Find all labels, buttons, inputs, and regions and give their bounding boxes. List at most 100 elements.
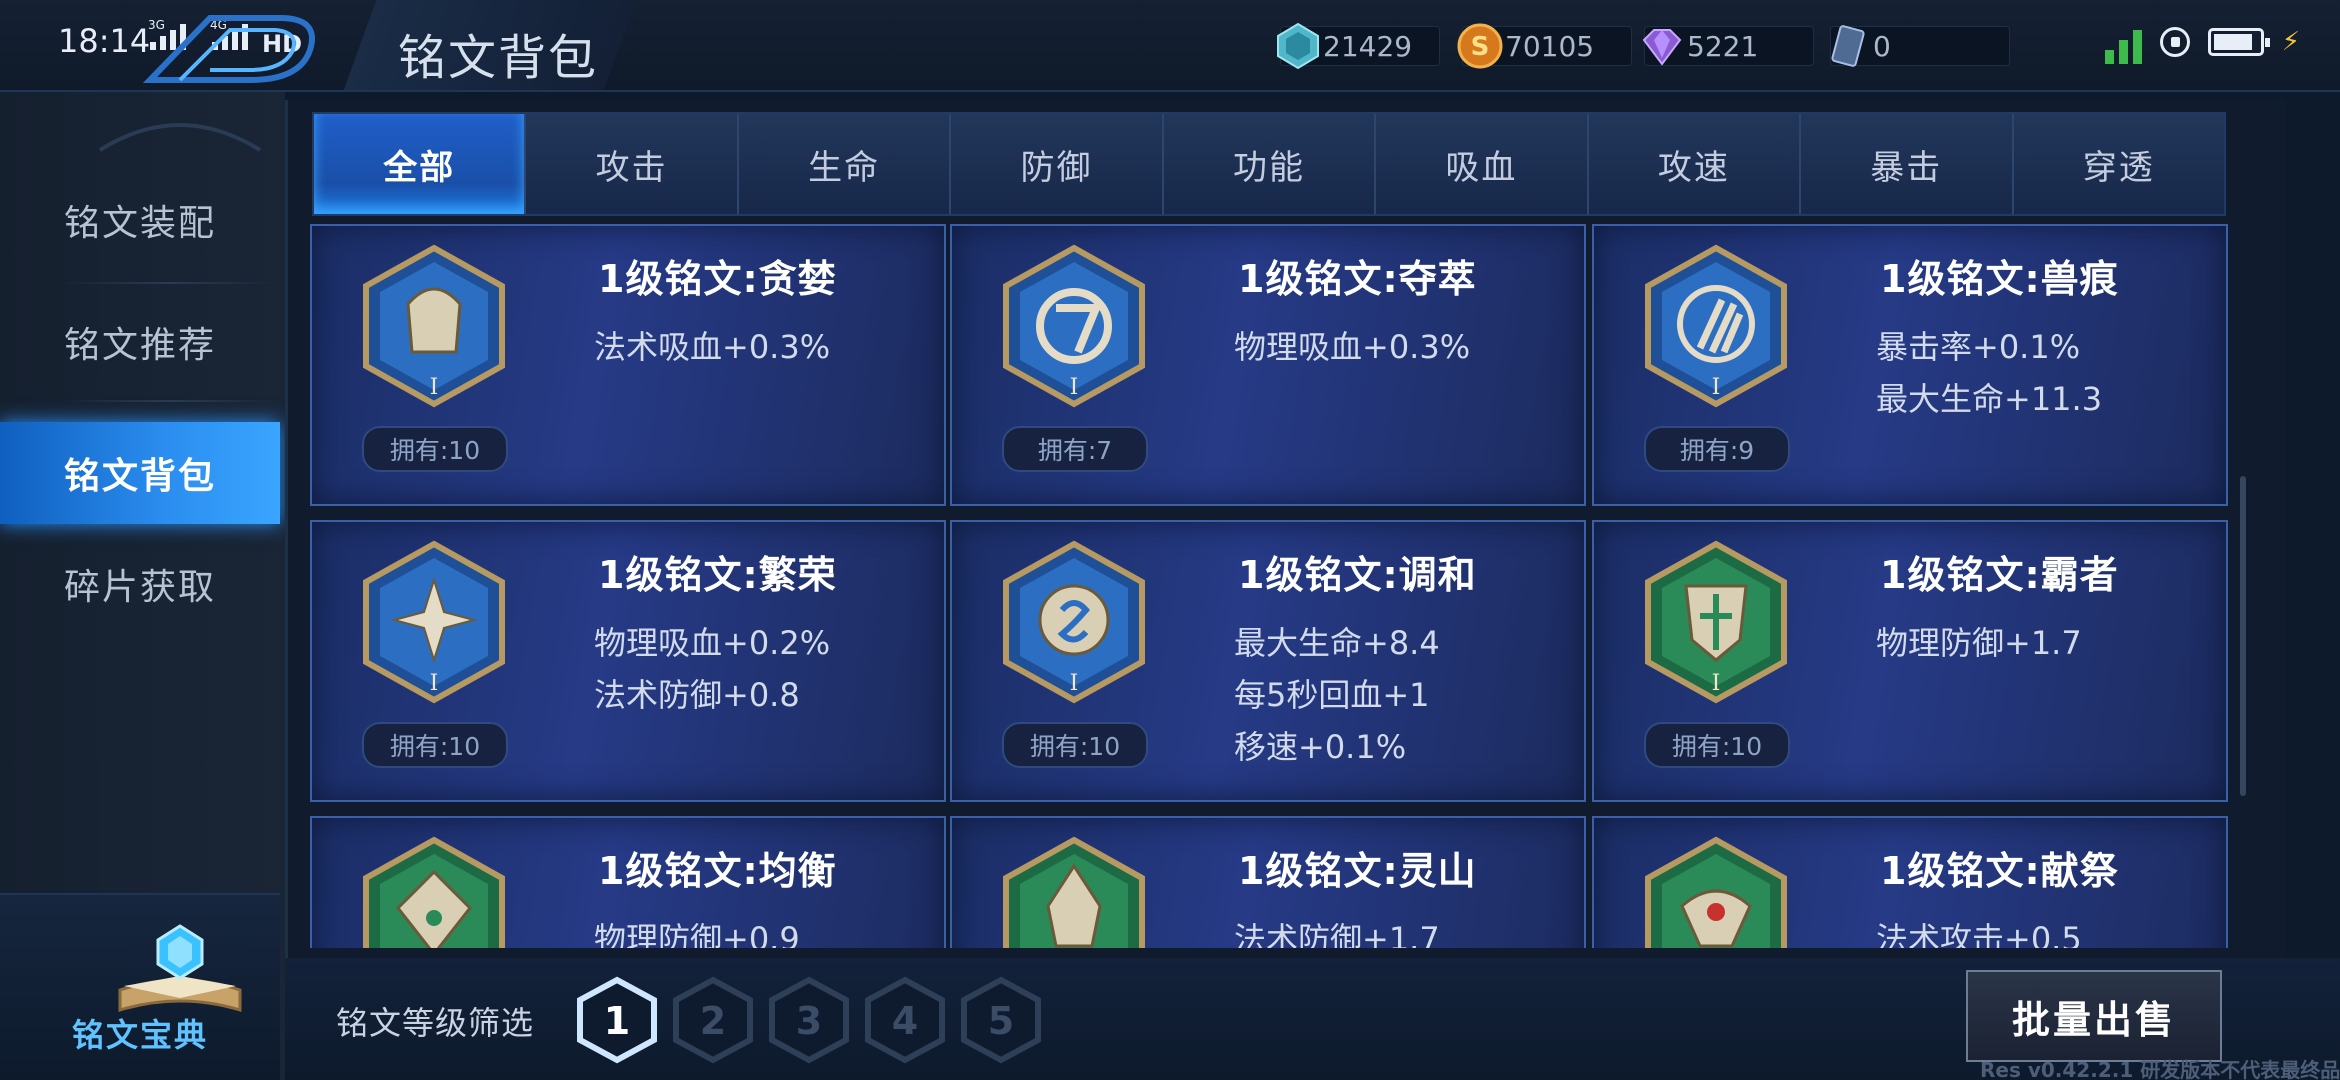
sidebar-item-fragments[interactable]: 碎片获取 (0, 544, 280, 624)
resource-card[interactable]: 0 (1830, 22, 2010, 70)
level-filter-2[interactable]: 2 (670, 976, 756, 1064)
bulk-sell-button[interactable]: 批量出售 (1966, 970, 2222, 1062)
svg-text:4: 4 (892, 999, 918, 1043)
category-tabs: 全部 攻击 生命 防御 功能 吸血 攻速 暴击 穿透 (312, 112, 2226, 216)
plunder-rune-icon: I (1003, 244, 1145, 408)
sacrifice-rune-icon (1645, 836, 1787, 948)
svg-text:2: 2 (700, 999, 726, 1043)
system-status: ⚡ (2104, 20, 2300, 64)
sidebar-item-equip[interactable]: 铭文装配 (0, 180, 280, 260)
sidebar-divider (60, 400, 280, 402)
game-logo-icon (142, 15, 315, 83)
tab-penetration[interactable]: 穿透 (2014, 114, 2224, 214)
tab-utility[interactable]: 功能 (1164, 114, 1377, 214)
inscription-name: 1级铭文:霸者 (1880, 553, 2119, 597)
inscription-stat: 移速+0.1% (1234, 728, 1407, 766)
tab-critical[interactable]: 暴击 (1801, 114, 2014, 214)
top-bar: 18:14 3G 4G HD 铭文背包 21429 S 70105 5221 0… (0, 0, 2340, 92)
owned-count: 拥有:7 (1002, 426, 1148, 472)
owned-count: 拥有:10 (1002, 722, 1148, 768)
inscription-name: 1级铭文:贪婪 (598, 257, 837, 301)
owned-count: 拥有:10 (362, 426, 508, 472)
sidebar-item-recommend[interactable]: 铭文推荐 (0, 302, 280, 382)
sidebar-item-backpack[interactable]: 铭文背包 (0, 422, 280, 524)
inscription-stat: 物理防御+1.7 (1876, 624, 2082, 662)
wifi-signal-icon (2104, 20, 2142, 64)
charging-icon: ⚡ (2281, 27, 2300, 57)
inscription-name: 1级铭文:均衡 (598, 849, 837, 893)
inscription-grid: I 拥有:10 1级铭文:贪婪 法术吸血+0.3% I 拥有:7 1级铭文:夺萃… (310, 224, 2230, 948)
grid-scrollbar[interactable] (2240, 476, 2246, 796)
svg-text:I: I (430, 375, 439, 400)
level-filter-4[interactable]: 4 (862, 976, 948, 1064)
inscription-stat: 最大生命+11.3 (1876, 380, 2103, 418)
svg-text:I: I (1070, 671, 1079, 696)
inscription-card[interactable]: I 拥有:10 1级铭文:霸者 物理防御+1.7 (1592, 520, 2228, 802)
tab-health[interactable]: 生命 (739, 114, 952, 214)
inscription-card[interactable]: I 拥有:9 1级铭文:兽痕 暴击率+0.1% 最大生命+11.3 (1592, 224, 2228, 506)
owned-count: 拥有:10 (362, 722, 508, 768)
tab-attack-speed[interactable]: 攻速 (1589, 114, 1802, 214)
codex-label: 铭文宝典 (71, 1016, 208, 1054)
resource-gold[interactable]: S 70105 (1457, 22, 1632, 70)
harmony-rune-icon: I (1003, 540, 1145, 704)
svg-text:I: I (1070, 375, 1079, 400)
inscription-name: 1级铭文:兽痕 (1880, 257, 2119, 301)
overlord-rune-icon: I (1645, 540, 1787, 704)
owned-count: 拥有:10 (1644, 722, 1790, 768)
book-icon (118, 924, 242, 1013)
owned-count: 拥有:9 (1644, 426, 1790, 472)
spirit-mountain-rune-icon (1003, 836, 1145, 948)
inscription-card[interactable]: I 拥有:10 1级铭文:贪婪 法术吸血+0.3% (310, 224, 946, 506)
inscription-stat: 物理吸血+0.2% (594, 624, 831, 662)
level-filter-3[interactable]: 3 (766, 976, 852, 1064)
svg-text:I: I (1712, 671, 1721, 696)
purple-gem-icon (1642, 29, 1682, 66)
prosperity-rune-icon: I (363, 540, 505, 704)
inscription-name: 1级铭文:献祭 (1880, 849, 2119, 893)
resource-diamond[interactable]: 21429 (1277, 22, 1440, 70)
inscription-stat: 每5秒回血+1 (1234, 676, 1430, 714)
inscription-name: 1级铭文:灵山 (1238, 849, 1477, 893)
balance-rune-icon (363, 836, 505, 948)
battery-icon (2207, 28, 2270, 56)
card-icon (1831, 25, 1865, 67)
greed-rune-icon: I (363, 244, 505, 408)
inscription-name: 1级铭文:繁荣 (598, 553, 837, 597)
svg-text:5: 5 (988, 999, 1014, 1043)
inscription-card[interactable]: I 拥有:10 1级铭文:调和 最大生命+8.4 每5秒回血+1 移速+0.1% (950, 520, 1586, 802)
inscription-stat: 法术吸血+0.3% (594, 328, 831, 366)
level-filter-label: 铭文等级筛选 (336, 1004, 535, 1042)
tab-defense[interactable]: 防御 (951, 114, 1164, 214)
tab-all[interactable]: 全部 (314, 114, 527, 214)
inscription-name: 1级铭文:夺萃 (1238, 257, 1477, 301)
tab-attack[interactable]: 攻击 (526, 114, 739, 214)
inscription-stat: 法术防御+1.7 (1234, 920, 1440, 948)
svg-text:S: S (1471, 32, 1490, 62)
tab-lifesteal[interactable]: 吸血 (1376, 114, 1589, 214)
page-title: 铭文背包 (398, 30, 599, 86)
inscription-name: 1级铭文:调和 (1238, 553, 1477, 597)
resource-gem[interactable]: 5221 (1642, 22, 1814, 70)
inscription-card[interactable]: 1级铭文:献祭 法术攻击+0.5 (1592, 816, 2228, 948)
beast-mark-rune-icon: I (1645, 244, 1787, 408)
sidebar-ornament-icon (98, 123, 262, 152)
svg-text:3: 3 (796, 999, 822, 1043)
inscription-stat: 物理吸血+0.3% (1234, 328, 1471, 366)
inscription-stat: 暴击率+0.1% (1876, 328, 2081, 366)
gold-coin-icon: S (1457, 23, 1503, 69)
inscription-card[interactable]: I 拥有:10 1级铭文:繁荣 物理吸血+0.2% 法术防御+0.8 (310, 520, 946, 802)
level-filter-5[interactable]: 5 (958, 976, 1044, 1064)
version-text: Res v0.42.2.1 研发版本不代表最终品质 (1980, 1058, 2340, 1080)
inscription-card[interactable]: 1级铭文:灵山 法术防御+1.7 (950, 816, 1586, 948)
status-time: 18:14 (58, 22, 151, 60)
sidebar-divider (60, 282, 280, 284)
inscription-card[interactable]: 1级铭文:均衡 物理防御+0.9 (310, 816, 946, 948)
svg-text:1: 1 (604, 999, 630, 1043)
inscription-stat: 最大生命+8.4 (1234, 624, 1440, 662)
inscription-card[interactable]: I 拥有:7 1级铭文:夺萃 物理吸血+0.3% (950, 224, 1586, 506)
inscription-stat: 法术防御+0.8 (594, 676, 800, 714)
svg-text:I: I (1712, 375, 1721, 400)
inscription-stat: 物理防御+0.9 (594, 920, 800, 948)
level-filter-1[interactable]: 1 (574, 976, 660, 1064)
